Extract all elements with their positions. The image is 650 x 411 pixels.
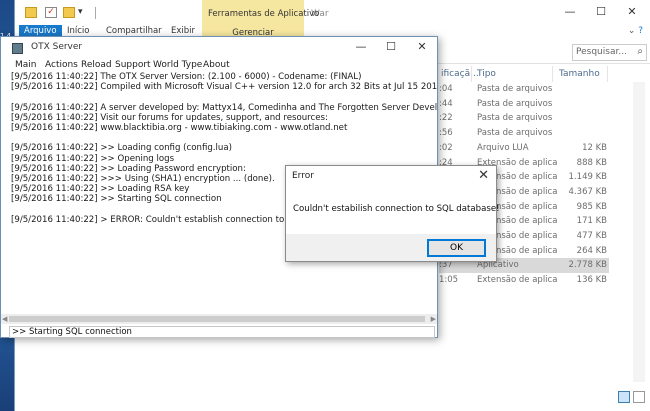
explorer-statusbar	[15, 388, 650, 411]
details-view-button[interactable]	[618, 391, 630, 403]
column-date-modified[interactable]: ificaçã...	[441, 66, 479, 82]
menu-about[interactable]: About	[203, 60, 230, 70]
scrollbar-thumb[interactable]	[9, 316, 425, 322]
table-row[interactable]: :44 Pasta de arquivos	[439, 97, 609, 112]
folder-icon	[25, 7, 37, 18]
close-button[interactable]: ✕	[625, 6, 639, 18]
file-size-cell: 985 KB	[576, 201, 607, 212]
table-row[interactable]: :56 Pasta de arquivos	[439, 126, 609, 141]
menu-actions[interactable]: Actions	[45, 60, 78, 70]
tools-tab-label: Ferramentas de Aplicativo	[208, 9, 320, 19]
server-app-icon	[12, 43, 23, 54]
otx-minimize-button[interactable]: —	[354, 41, 368, 53]
menu-support[interactable]: Support	[115, 60, 151, 70]
menu-world-type[interactable]: World Type	[153, 60, 202, 70]
file-type-cell: Pasta de arquivos	[477, 113, 553, 124]
error-dialog-title: Error	[292, 171, 314, 181]
file-type-cell: Pasta de arquivos	[477, 128, 553, 139]
file-size-cell: 171 KB	[576, 216, 607, 227]
column-size[interactable]: Tamanho	[559, 66, 600, 82]
file-size-cell: 2.778 KB	[568, 260, 607, 271]
file-date-cell: :44	[439, 98, 453, 109]
file-type-cell: Extensão de aplica...	[477, 275, 557, 286]
log-line: [9/5/2016 11:40:22] Compiled with Micros…	[11, 82, 437, 93]
horizontal-scrollbar[interactable]: ◀ ▶	[1, 314, 437, 324]
file-size-cell: 888 KB	[576, 157, 607, 168]
toolbar-divider	[95, 7, 96, 19]
otx-close-button[interactable]: ✕	[415, 41, 429, 53]
explorer-titlebar: ✓ ▾ War — ☐ ✕	[15, 0, 650, 24]
error-dialog-titlebar: Error ✕	[286, 166, 496, 186]
ribbon-expand-icon[interactable]: ⌄ ?	[628, 26, 643, 36]
log-line: [9/5/2016 11:40:22] >> Opening logs	[11, 153, 175, 164]
file-date-cell: :56	[439, 128, 453, 139]
table-row[interactable]: :02 Arquivo LUA 12 KB	[439, 141, 609, 156]
scroll-left-icon[interactable]: ◀	[2, 314, 7, 324]
table-row[interactable]: :22 Pasta de arquivos	[439, 111, 609, 126]
otx-menubar: Main Actions Reload Support World Type A…	[1, 59, 437, 72]
otx-window-title: OTX Server	[31, 42, 83, 52]
file-date-cell: :02	[439, 142, 453, 153]
scroll-right-icon[interactable]: ▶	[431, 314, 436, 324]
log-line: [9/5/2016 11:40:22] Visit our forums for…	[11, 112, 328, 123]
log-line: [9/5/2016 11:40:22] The OTX Server Versi…	[11, 72, 362, 82]
file-size-cell: 136 KB	[576, 275, 607, 286]
file-size-cell: 12 KB	[582, 142, 607, 153]
otx-titlebar: OTX Server — ☐ ✕	[1, 37, 437, 59]
otx-status-bar: >> Starting SQL connection	[9, 326, 435, 338]
column-divider[interactable]	[552, 66, 553, 82]
log-line: [9/5/2016 11:40:22] A server developed b…	[11, 102, 437, 113]
file-size-cell: 264 KB	[576, 245, 607, 256]
file-type-cell: Pasta de arquivos	[477, 84, 553, 94]
vertical-scrollbar[interactable]	[633, 82, 645, 382]
help-icon[interactable]: ?	[638, 26, 643, 36]
minimize-button[interactable]: —	[563, 6, 577, 18]
file-type-cell: Arquivo LUA	[477, 142, 529, 153]
column-type[interactable]: Tipo	[477, 66, 496, 82]
ok-button[interactable]: OK	[427, 239, 486, 257]
search-input[interactable]: Pesquisar... ⌕	[572, 44, 647, 61]
table-row[interactable]: :04 Pasta de arquivos	[439, 82, 609, 97]
file-date-cell: :22	[439, 113, 453, 124]
new-folder-icon[interactable]	[63, 7, 75, 18]
error-message: Couldn't estabilish connection to SQL da…	[293, 204, 500, 214]
error-dialog-body: Couldn't estabilish connection to SQL da…	[286, 186, 500, 234]
column-divider[interactable]	[607, 66, 608, 82]
properties-icon[interactable]: ✓	[45, 7, 57, 18]
search-icon: ⌕	[637, 46, 643, 57]
otx-maximize-button[interactable]: ☐	[384, 41, 398, 53]
file-size-cell: 4.367 KB	[568, 186, 607, 197]
customize-toolbar-icon[interactable]: ▾	[78, 7, 90, 18]
file-size-cell: 1.149 KB	[568, 172, 607, 183]
menu-main[interactable]: Main	[15, 60, 37, 70]
column-divider[interactable]	[471, 66, 472, 82]
maximize-button[interactable]: ☐	[594, 6, 608, 18]
search-placeholder: Pesquisar...	[576, 47, 627, 57]
dialog-close-icon[interactable]: ✕	[478, 168, 489, 183]
file-date-cell: :04	[439, 84, 453, 94]
large-icons-view-button[interactable]	[633, 391, 645, 403]
file-type-cell: Pasta de arquivos	[477, 98, 553, 109]
file-date-cell: 1:05	[439, 275, 459, 286]
log-line: [9/5/2016 11:40:22] www.blacktibia.org -…	[11, 123, 348, 133]
table-row[interactable]: 1:05 Extensão de aplica... 136 KB	[439, 273, 609, 288]
menu-reload[interactable]: Reload	[81, 60, 112, 70]
log-line: [9/5/2016 11:40:22] >> Loading config (c…	[11, 143, 232, 154]
file-size-cell: 477 KB	[576, 231, 607, 241]
error-dialog: Error ✕ Couldn't estabilish connection t…	[285, 165, 500, 262]
